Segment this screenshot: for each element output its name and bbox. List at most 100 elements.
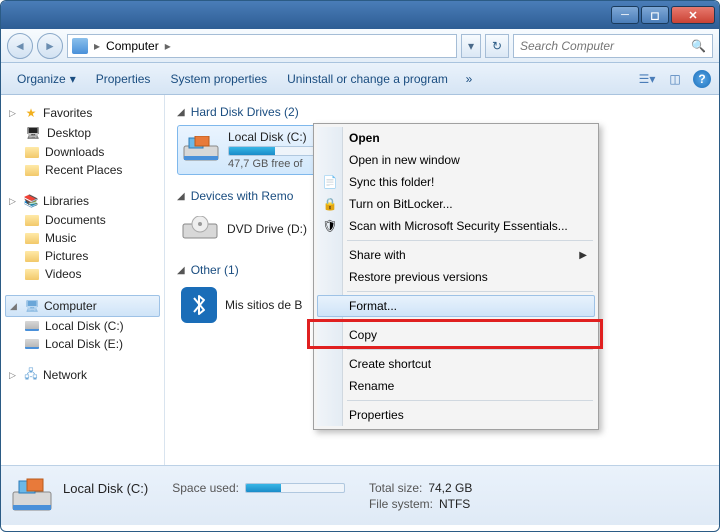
tree-computer: ◢ 🖥 Computer Local Disk (C:) Local Disk … (5, 295, 160, 353)
ctx-separator (347, 240, 593, 241)
sidebar-label: Favorites (43, 106, 92, 120)
status-value: 74,2 GB (428, 481, 472, 495)
tree-item-label: Desktop (47, 126, 91, 140)
ctx-open[interactable]: Open (317, 127, 595, 149)
sync-icon: 📄 (322, 174, 338, 190)
properties-button[interactable]: Properties (88, 68, 159, 90)
tree-favorites: ▷ ★ Favorites 🖥 Desktop Downloads Recent … (5, 103, 160, 179)
section-hdd[interactable]: ◢ Hard Disk Drives (2) (177, 105, 707, 119)
tree-item-label: Pictures (45, 249, 88, 263)
navbar: ◄ ► ▸ Computer ▸ ▾ ↻ 🔍 (1, 29, 719, 63)
network-icon: 🖧 (23, 367, 39, 383)
dvd-drive-icon (181, 213, 219, 245)
sidebar-item-documents[interactable]: Documents (5, 211, 160, 229)
status-title: Local Disk (C:) (63, 481, 148, 496)
ctx-separator (347, 400, 593, 401)
folder-icon (25, 165, 39, 176)
sidebar-label: Computer (44, 299, 97, 313)
breadcrumb-sep-icon: ▸ (94, 39, 100, 53)
ctx-copy[interactable]: Copy (317, 324, 595, 346)
ctx-separator (347, 291, 593, 292)
ctx-sync-folder[interactable]: 📄Sync this folder! (317, 171, 595, 193)
refresh-button[interactable]: ↻ (485, 34, 509, 58)
desktop-icon: 🖥 (25, 125, 41, 141)
expand-icon: ▷ (9, 108, 19, 119)
libraries-icon: 📚 (23, 193, 39, 209)
section-title: Hard Disk Drives (2) (191, 105, 299, 119)
ctx-rename[interactable]: Rename (317, 375, 595, 397)
organize-button[interactable]: Organize ▾ (9, 68, 84, 90)
bitlocker-icon: 🔒 (322, 196, 338, 212)
sidebar-item-videos[interactable]: Videos (5, 265, 160, 283)
tree-item-label: Documents (45, 213, 106, 227)
toolbar: Organize ▾ Properties System properties … (1, 63, 719, 95)
status-label: Space used: (172, 481, 239, 495)
window-controls: ─ ◻ ✕ (611, 6, 715, 24)
ctx-create-shortcut[interactable]: Create shortcut (317, 353, 595, 375)
sidebar-item-downloads[interactable]: Downloads (5, 143, 160, 161)
maximize-button[interactable]: ◻ (641, 6, 669, 24)
breadcrumb-location[interactable]: Computer (106, 39, 159, 53)
drive-icon (25, 339, 39, 349)
ctx-separator (347, 349, 593, 350)
drive-icon (25, 321, 39, 331)
titlebar: ─ ◻ ✕ (1, 1, 719, 29)
tree-item-label: Downloads (45, 145, 104, 159)
forward-button[interactable]: ► (37, 33, 63, 59)
sidebar-item-music[interactable]: Music (5, 229, 160, 247)
ctx-format[interactable]: Format... (317, 295, 595, 317)
ctx-restore-versions[interactable]: Restore previous versions (317, 266, 595, 288)
sidebar-libraries-header[interactable]: ▷ 📚 Libraries (5, 191, 160, 211)
status-label: Total size: (369, 481, 422, 495)
section-title: Devices with Remo (191, 189, 294, 203)
star-icon: ★ (23, 105, 39, 121)
preview-pane-button[interactable]: ◫ (665, 69, 685, 89)
ctx-scan[interactable]: 🛡Scan with Microsoft Security Essentials… (317, 215, 595, 237)
minimize-button[interactable]: ─ (611, 6, 639, 24)
submenu-arrow-icon: ▶ (579, 250, 587, 261)
ctx-open-new-window[interactable]: Open in new window (317, 149, 595, 171)
section-title: Other (1) (191, 263, 239, 277)
address-bar[interactable]: ▸ Computer ▸ (67, 34, 457, 58)
sidebar-network-header[interactable]: ▷ 🖧 Network (5, 365, 160, 385)
sidebar-item-local-c[interactable]: Local Disk (C:) (5, 317, 160, 335)
address-history-button[interactable]: ▾ (461, 34, 481, 58)
search-input[interactable] (520, 39, 680, 53)
search-icon[interactable]: 🔍 (691, 39, 706, 53)
sidebar-item-pictures[interactable]: Pictures (5, 247, 160, 265)
sidebar-item-recent[interactable]: Recent Places (5, 161, 160, 179)
tree-item-label: Local Disk (E:) (45, 337, 123, 351)
back-button[interactable]: ◄ (7, 33, 33, 59)
status-label: File system: (369, 497, 433, 511)
close-button[interactable]: ✕ (671, 6, 715, 24)
help-button[interactable]: ? (693, 70, 711, 88)
sidebar-item-desktop[interactable]: 🖥 Desktop (5, 123, 160, 143)
system-properties-button[interactable]: System properties (162, 68, 275, 90)
ctx-bitlocker[interactable]: 🔒Turn on BitLocker... (317, 193, 595, 215)
expand-icon: ▷ (9, 370, 19, 381)
collapse-icon: ◢ (177, 265, 185, 276)
folder-icon (25, 147, 39, 158)
folder-icon (25, 251, 39, 262)
view-options-button[interactable]: ☰▾ (637, 69, 657, 89)
sidebar-computer-header[interactable]: ◢ 🖥 Computer (5, 295, 160, 317)
ctx-separator (347, 320, 593, 321)
sidebar: ▷ ★ Favorites 🖥 Desktop Downloads Recent … (1, 95, 165, 465)
status-columns: Local Disk (C:) Space used: Total size: … (63, 481, 472, 511)
ctx-share-with[interactable]: Share with▶ (317, 244, 595, 266)
ctx-properties[interactable]: Properties (317, 404, 595, 426)
tree-libraries: ▷ 📚 Libraries Documents Music Pictures V… (5, 191, 160, 283)
folder-icon (25, 215, 39, 226)
shield-icon: 🛡 (322, 218, 338, 234)
toolbar-overflow-button[interactable]: » (460, 70, 478, 88)
search-box[interactable]: 🔍 (513, 34, 713, 58)
drive-icon (11, 478, 53, 514)
computer-icon: 🖥 (24, 298, 40, 314)
status-bar: Local Disk (C:) Space used: Total size: … (1, 465, 719, 525)
tree-item-label: Recent Places (45, 163, 122, 177)
context-menu: Open Open in new window 📄Sync this folde… (313, 123, 599, 430)
collapse-icon: ◢ (10, 301, 20, 312)
sidebar-item-local-e[interactable]: Local Disk (E:) (5, 335, 160, 353)
uninstall-button[interactable]: Uninstall or change a program (279, 68, 456, 90)
sidebar-favorites-header[interactable]: ▷ ★ Favorites (5, 103, 160, 123)
